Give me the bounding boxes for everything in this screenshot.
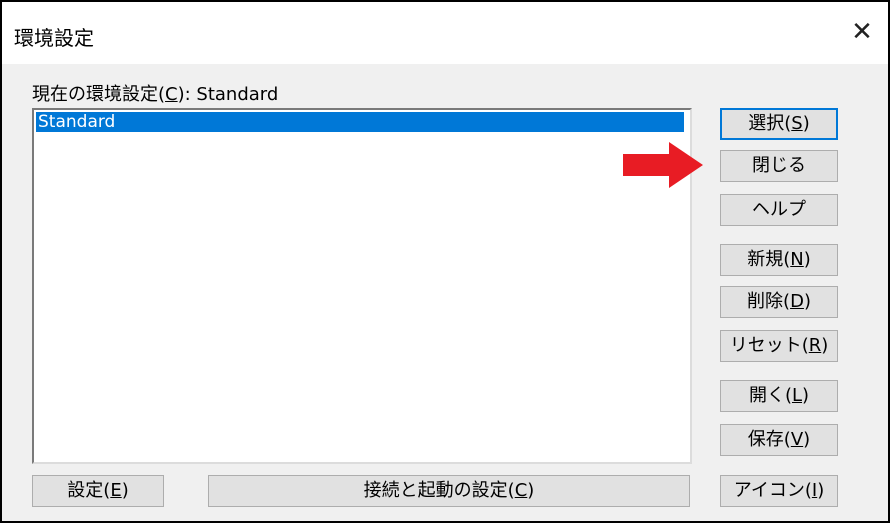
new-button[interactable]: 新規(N)	[720, 244, 838, 276]
title-bar: 環境設定 ✕	[2, 2, 888, 64]
close-icon[interactable]: ✕	[848, 18, 876, 46]
window-title: 環境設定	[14, 26, 94, 50]
delete-button[interactable]: 削除(D)	[720, 286, 838, 318]
save-button[interactable]: 保存(V)	[720, 424, 838, 456]
settings-button[interactable]: 設定(E)	[32, 475, 164, 507]
environment-listbox[interactable]: Standard	[32, 108, 692, 464]
close-button[interactable]: 閉じる	[720, 150, 838, 182]
list-item[interactable]: Standard	[36, 112, 684, 132]
red-arrow-icon	[623, 142, 703, 188]
environment-settings-dialog: 環境設定 ✕ 現在の環境設定(C): Standard Standard 選択(…	[0, 0, 890, 523]
connection-startup-settings-button[interactable]: 接続と起動の設定(C)	[208, 475, 690, 507]
current-environment-label: 現在の環境設定(C): Standard	[32, 84, 279, 105]
reset-button[interactable]: リセット(R)	[720, 330, 838, 362]
select-button[interactable]: 選択(S)	[720, 108, 838, 140]
icon-button[interactable]: アイコン(I)	[720, 475, 838, 507]
arrow-shape	[623, 142, 703, 188]
open-button[interactable]: 開く(L)	[720, 380, 838, 412]
help-button[interactable]: ヘルプ	[720, 194, 838, 226]
